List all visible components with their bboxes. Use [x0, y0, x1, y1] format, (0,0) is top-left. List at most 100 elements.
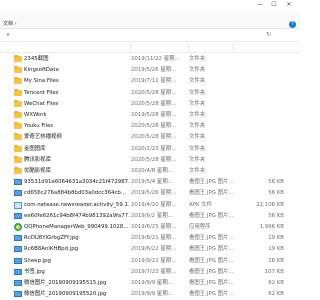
file-date: 2019/5/26 星期... [131, 67, 177, 74]
file-type: 文件夹 [189, 100, 206, 107]
file-size: 62 KB [268, 291, 284, 298]
file-date: 2019/6/22 星期... [131, 246, 177, 253]
file-size [234, 54, 284, 65]
file-size: 16 KB [268, 257, 284, 264]
file-size [234, 76, 284, 87]
file-name: ee60fe6261c94b8f474b981392a9fa77... [24, 212, 130, 219]
minimize-button[interactable]: — [254, 0, 266, 10]
img-icon [14, 179, 22, 186]
file-size [234, 155, 284, 166]
list-item[interactable]: QQPhoneManagerWeb_990499.1028... 2019/6/2… [0, 222, 300, 233]
refresh-icon[interactable]: ↻ [266, 31, 271, 38]
file-name: 微信图片_20190909195515.jpg [24, 280, 107, 286]
maximize-button[interactable]: ☐ [268, 0, 280, 10]
list-item[interactable]: 2345截图 2019/11/22 星期... 文件夹 [0, 54, 300, 65]
img-icon [14, 291, 22, 298]
folder-icon [14, 55, 22, 62]
img-icon [14, 257, 22, 264]
folder-icon [14, 99, 22, 107]
list-item[interactable]: WXWork 2019/5/28 星期... 文件夹 [0, 110, 300, 121]
list-item[interactable]: 书签.jpg 2019/7/23 星期... 看图王 JPG 图片... 107 KB [0, 267, 300, 278]
img-icon [14, 280, 22, 286]
img-icon [14, 235, 22, 242]
column-divider[interactable] [130, 44, 131, 51]
file-size [234, 144, 284, 155]
file-date: 2019/7/23 星期... [131, 268, 177, 275]
column-divider[interactable] [233, 44, 234, 51]
file-type: 看图王 JPG 图片... [189, 179, 233, 186]
file-size: 56 KB [268, 212, 284, 219]
breadcrumb[interactable]: 文档 › [0, 21, 23, 28]
file-name: 书签.jpg [24, 268, 45, 275]
file-date: 2019/5/28 星期... [131, 112, 177, 118]
list-item[interactable]: 金图图库 2020/2/23 星期... 文件夹 [0, 144, 300, 155]
img-icon [14, 268, 22, 275]
file-name: RcDU8YlGrbgZFf.jpg [24, 235, 79, 242]
file-type: 文件夹 [189, 89, 206, 96]
file-date: 2019/5/26 星期... [131, 190, 177, 197]
file-name: Sheep.jpg [24, 257, 51, 264]
file-size: 62 KB [268, 280, 284, 286]
file-date: 2019/6/25 星期... [131, 224, 177, 230]
list-item[interactable]: Rc6B8AnlKHBpd.jpg 2019/6/22 星期... 看图王 JPG … [0, 244, 300, 255]
img-icon [14, 190, 22, 197]
help-icon[interactable]: ? [289, 21, 296, 28]
file-name: 爱奇艺热播视频 [24, 134, 62, 141]
apk-icon [14, 201, 22, 209]
file-type: 应用程序 [189, 224, 211, 230]
file-name: 93531d91e6064631a3034c21f472987... [24, 179, 130, 186]
file-name: WeChat Files [24, 100, 59, 107]
file-name: Tencent Files [24, 89, 59, 96]
folder-icon [14, 66, 22, 74]
folder-icon [14, 144, 22, 152]
file-date: 2020/2/23 星期... [131, 145, 177, 152]
file-date: 2019/5/4 星期... [131, 179, 173, 186]
file-date: 2020/5/28 星期... [131, 123, 177, 130]
address-bar[interactable]: ∨ ↻ [0, 29, 300, 42]
file-type: 看图王 JPG 图片... [189, 291, 233, 298]
file-type: 文件夹 [189, 168, 206, 174]
file-size [234, 65, 284, 76]
list-item[interactable]: KingsoftData 2019/5/26 星期... 文件夹 [0, 65, 300, 76]
file-type: 文件夹 [189, 112, 206, 118]
file-name: 金图图库 [24, 145, 46, 152]
file-name: Rc6B8AnlKHBpd.jpg [24, 246, 79, 253]
file-date: 2019/4/20 星期... [131, 201, 177, 208]
list-item[interactable]: 优酷影视库 2020/4/8 星期... 文件夹 [0, 166, 300, 177]
list-item[interactable]: Youku Files 2020/5/28 星期... 文件夹 [0, 121, 300, 132]
file-type: 看图王 JPG 图片... [189, 280, 233, 286]
list-item[interactable]: RcDU8YlGrbgZFf.jpg 2019/8/21 星期... 看图王 JPG… [0, 233, 300, 244]
list-item[interactable]: WeChat Files 2020/5/28 星期... 文件夹 [0, 99, 300, 110]
list-item[interactable]: 93531d91e6064631a3034c21f472987... 2019/5… [0, 177, 300, 188]
list-item[interactable]: My Sina Files 2019/7/11 星期... 文件夹 [0, 76, 300, 87]
file-name: com.netease.newsreader.activity_59.1... [24, 201, 130, 208]
exe-icon [14, 223, 22, 231]
close-button[interactable]: ✕ [283, 0, 295, 10]
list-item[interactable]: Sheep.jpg 2019/9/21 星期... 看图王 JPG 图片... 16 … [0, 256, 300, 267]
file-name: 优酷影视库 [24, 168, 51, 174]
list-item[interactable]: 微信图片_20190909195515.jpg 2019/9/9 星期... 看图王… [0, 278, 300, 289]
file-name: QQPhoneManagerWeb_990499.1028... [24, 224, 129, 230]
folder-icon [14, 77, 22, 85]
file-explorer-window: — ☐ ✕ 文档 › ? ∨ ↻ 2345截图 2019/11/22 星期... 文… [0, 0, 300, 300]
file-name: KingsoftData [24, 67, 59, 74]
file-type: 看图王 JPG 图片... [189, 235, 233, 242]
list-item[interactable]: 微信图片_20190909195520.jpg 2019/9/9 星期... 看图王… [0, 289, 300, 300]
file-name: Youku Files [24, 123, 54, 130]
file-size [234, 121, 284, 132]
file-date: 2020/5/28 星期... [131, 156, 177, 163]
folder-icon [14, 111, 22, 118]
list-item[interactable]: com.netease.newsreader.activity_59.1... 2… [0, 200, 300, 211]
file-size [234, 110, 284, 121]
file-type: 文件夹 [189, 123, 206, 130]
file-date: 2020/5/28 星期... [131, 100, 177, 107]
chevron-down-icon[interactable]: ∨ [6, 32, 10, 38]
list-item[interactable]: 爱奇艺热播视频 2020/5/28 星期... 文件夹 [0, 132, 300, 143]
list-item[interactable]: Tencent Files 2020/5/28 星期... 文件夹 [0, 88, 300, 99]
column-divider[interactable] [188, 44, 189, 51]
list-item[interactable]: cd656c276a884b8bd03a0dcc364cb... 2019/5/2… [0, 188, 300, 199]
list-item[interactable]: ee60fe6261c94b8f474b981392a9fa77... 2019/… [0, 211, 300, 222]
file-type: 看图王 JPG 图片... [189, 212, 233, 219]
list-item[interactable]: 腾讯影视库 2020/5/28 星期... 文件夹 [0, 155, 300, 166]
file-type: 看图王 JPG 图片... [189, 190, 233, 197]
